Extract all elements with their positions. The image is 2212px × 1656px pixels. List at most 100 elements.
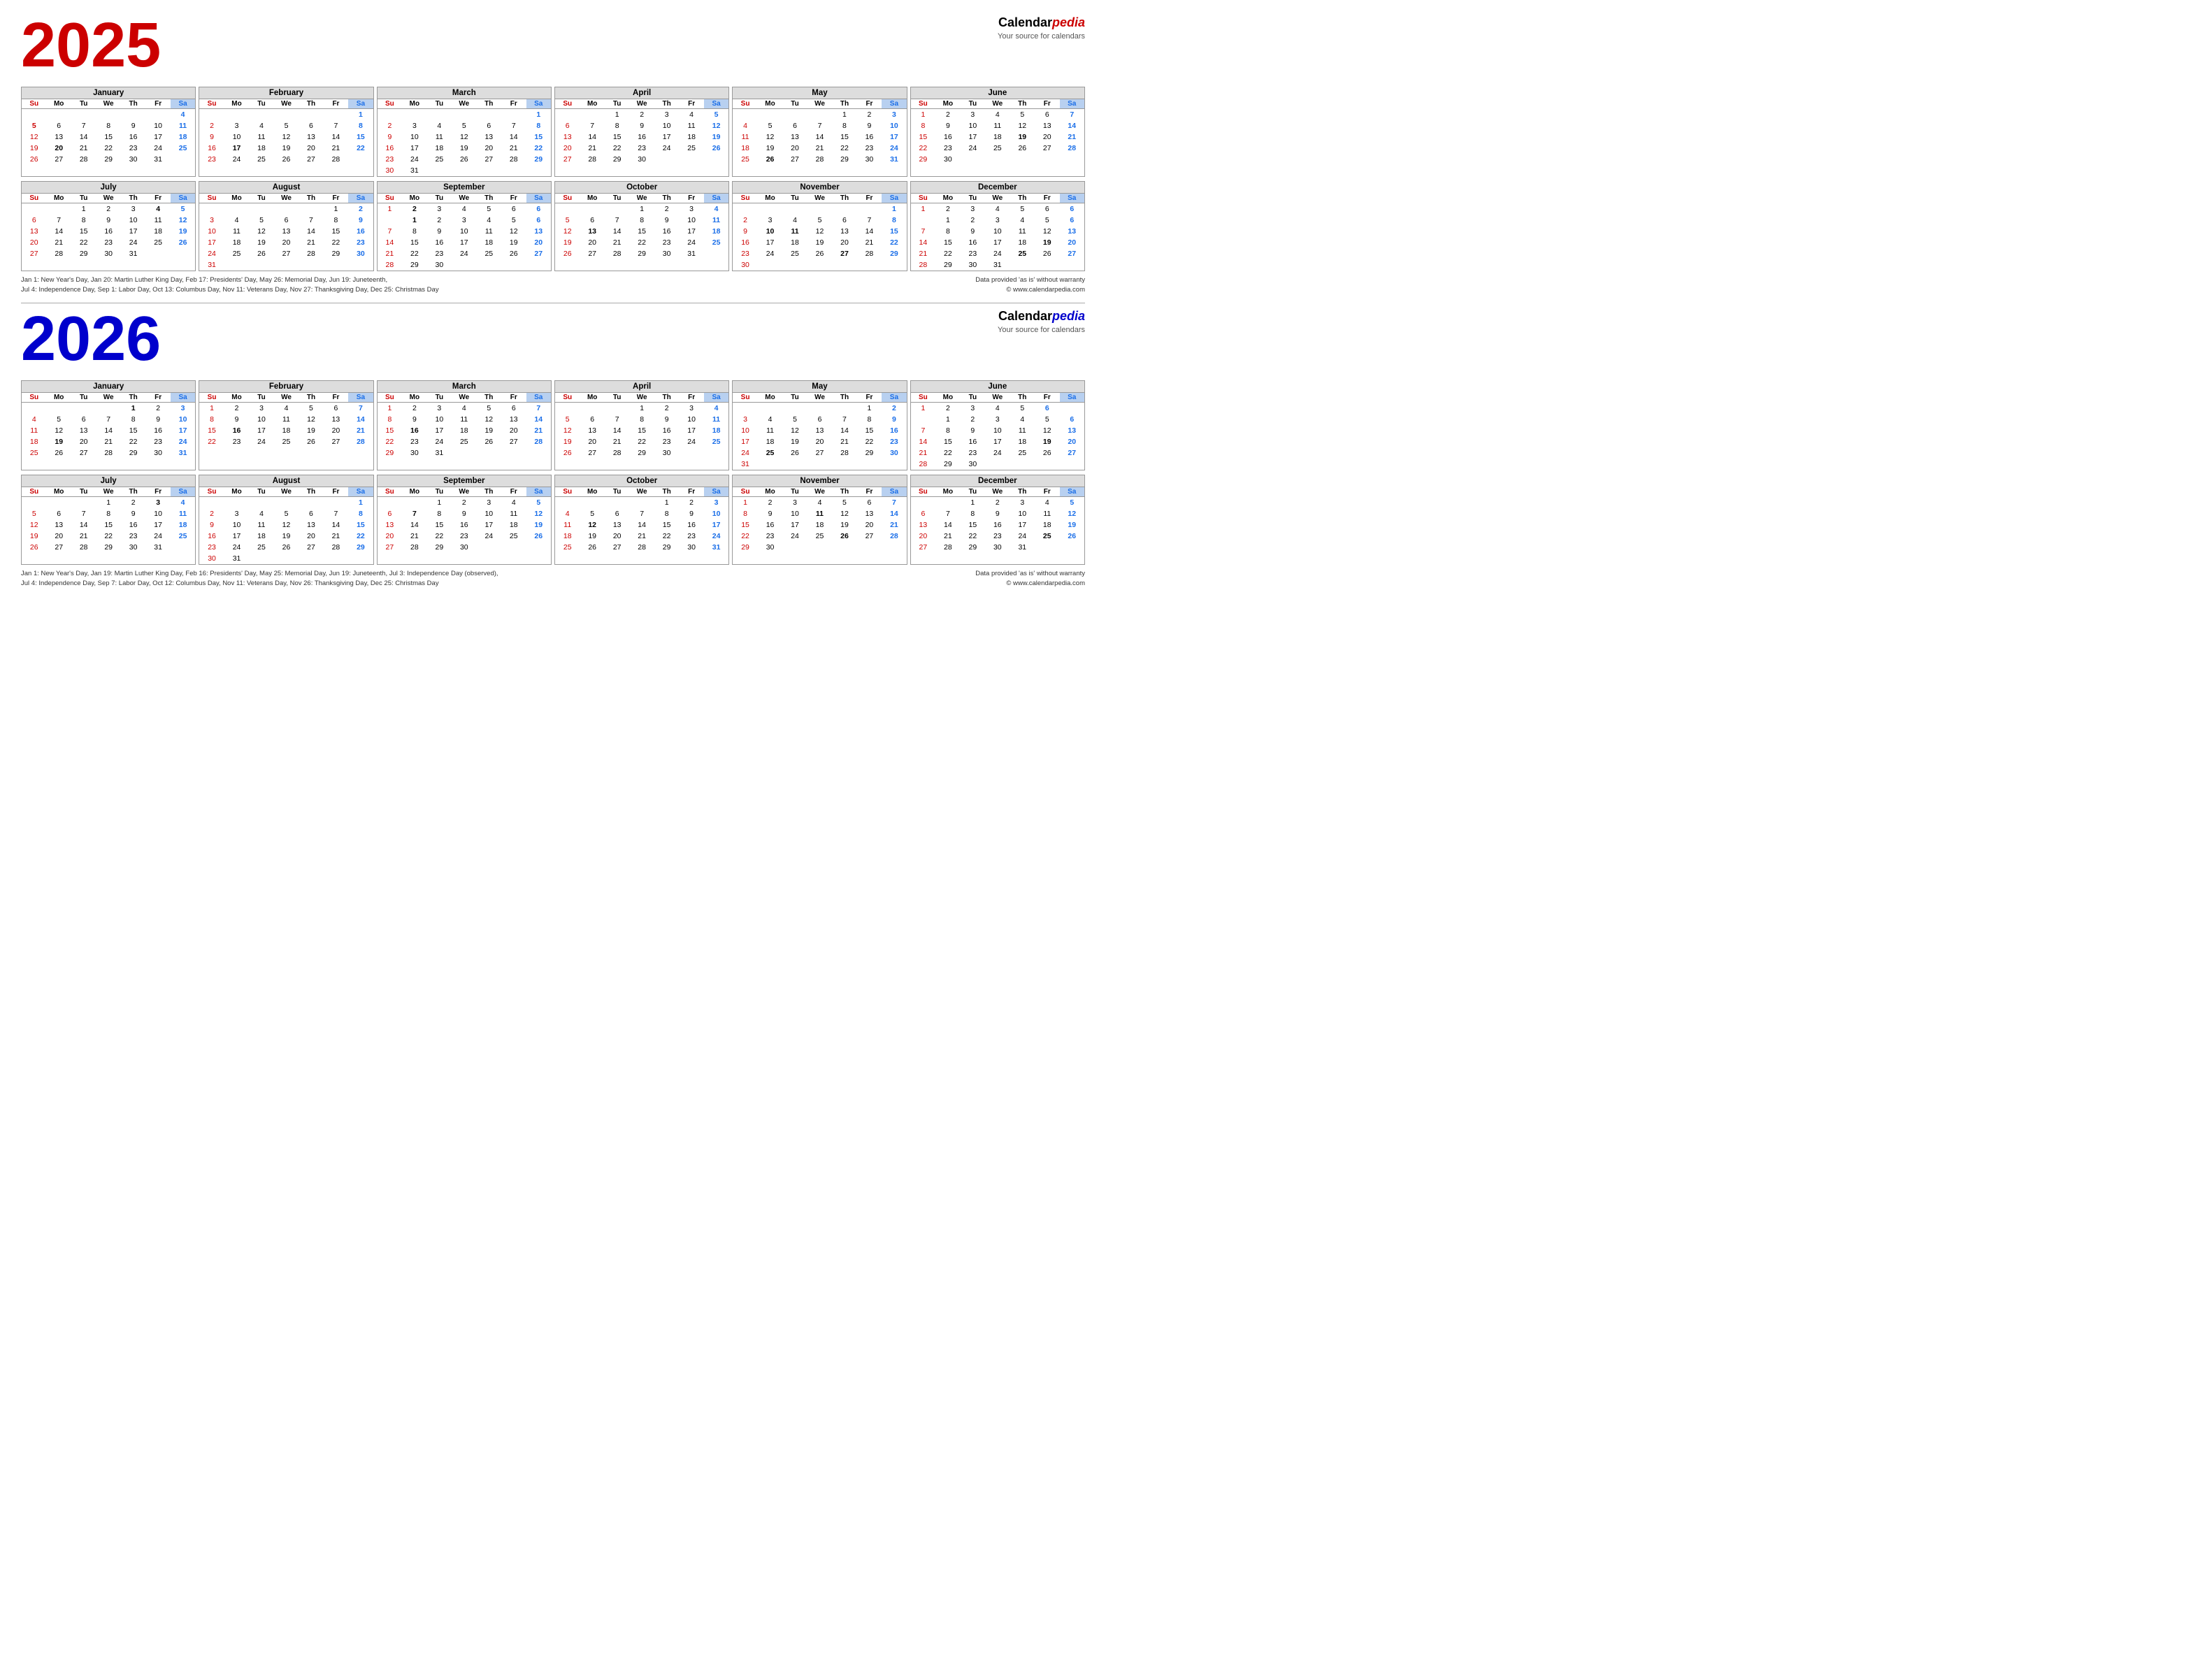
month-jan-2026: January Su Mo Tu We Th Fr Sa 1 2 3 4 5 [21,380,196,470]
brand-name-top: Calendarpedia [998,14,1085,31]
jan-2026-body: 1 2 3 4 5 6 7 8 9 10 11 12 13 14 15 16 1… [22,403,195,459]
2025-holidays: Jan 1: New Year's Day, Jan 20: Martin Lu… [21,275,1085,296]
apr-2026-dow: Su Mo Tu We Th Fr Sa [555,393,728,403]
feb-2026-header: February [199,381,373,393]
brand-url: © www.calendarpedia.com [975,285,1085,295]
sep-2025-header: September [378,182,551,194]
month-nov-2026: November Su Mo Tu We Th Fr Sa 1 2 3 4 5 … [732,475,907,565]
month-mar-2025: March Su Mo Tu We Th Fr Sa 1 2 3 4 [377,87,552,177]
apr-2025-dow: Su Mo Tu We Th Fr Sa [555,99,728,109]
sep-2025-body: 1 2 3 4 5 6 6 1 2 3 4 5 6 7 8 9 10 11 [378,203,551,271]
month-sep-2026: September Su Mo Tu We Th Fr Sa 1 2 3 4 5… [377,475,552,565]
month-jun-2026: June Su Mo Tu We Th Fr Sa 1 2 3 4 5 6 1 [910,380,1085,470]
month-aug-2026: August Su Mo Tu We Th Fr Sa 1 2 3 4 [199,475,373,565]
month-apr-2026: April Su Mo Tu We Th Fr Sa 1 2 3 4 5 6 [554,380,729,470]
feb-2026-body: 1 2 3 4 5 6 7 8 9 10 11 12 13 14 15 16 1… [199,403,373,447]
jul-2026-dow: Su Mo Tu We Th Fr Sa [22,487,195,497]
mar-2026-header: March [378,381,551,393]
dow-th: Th [121,99,145,108]
month-apr-2025: April Su Mo Tu We Th Fr Sa 1 2 3 4 5 6 7 [554,87,729,177]
dec-2026-header: December [911,475,1084,487]
brand-sub-top: Your source for calendars [998,31,1085,42]
2025-holiday-line1: Jan 1: New Year's Day, Jan 20: Martin Lu… [21,275,439,285]
2026-holidays-left: Jan 1: New Year's Day, Jan 19: Martin Lu… [21,569,498,589]
month-dec-2026: December Su Mo Tu We Th Fr Sa 1 2 3 4 5 … [910,475,1085,565]
brand-bottom: Calendarpedia Your source for calendars [998,308,1085,336]
month-feb-2026: February Su Mo Tu We Th Fr Sa 1 2 3 4 5 … [199,380,373,470]
month-oct-2025: October Su Mo Tu We Th Fr Sa 1 2 3 4 5 6 [554,181,729,271]
apr-2025-header: April [555,87,728,99]
sep-2026-header: September [378,475,551,487]
dec-2025-dow: Su Mo Tu We Th Fr Sa [911,194,1084,203]
feb-2025-dow: Su Mo Tu We Th Fr Sa [199,99,373,109]
aug-2025-dow: Su Mo Tu We Th Fr Sa [199,194,373,203]
jul-2026-header: July [22,475,195,487]
may-2025-dow: Su Mo Tu We Th Fr Sa [733,99,906,109]
month-nov-2025: November Su Mo Tu We Th Fr Sa 1 2 3 [732,181,907,271]
dec-2026-body: 1 2 3 4 5 6 7 8 9 10 11 12 13 14 15 16 1… [911,497,1084,553]
jan-2026-dow: Su Mo Tu We Th Fr Sa [22,393,195,403]
year-2026-section: 2026 Calendarpedia Your source for calen… [21,308,1085,589]
2026-top-row: January Su Mo Tu We Th Fr Sa 1 2 3 4 5 [21,380,1085,470]
2025-bottom-row: July Su Mo Tu We Th Fr Sa 1 2 3 4 5 6 7 [21,181,1085,271]
aug-2025-header: August [199,182,373,194]
nov-2025-dow: Su Mo Tu We Th Fr Sa [733,194,906,203]
dec-2025-body: 1 2 3 4 5 6 6 1 2 3 4 5 6 7 8 9 10 11 [911,203,1084,271]
jun-2025-body: 1 2 3 4 5 6 7 8 9 10 11 12 13 14 15 16 1… [911,109,1084,165]
2025-holidays-right: Data provided 'as is' without warranty ©… [975,275,1085,296]
year-2026-title: 2026 [21,308,161,370]
dow-fr: Fr [145,99,170,108]
month-jul-2026: July Su Mo Tu We Th Fr Sa 1 2 3 4 5 6 7 [21,475,196,565]
jun-2025-header: June [911,87,1084,99]
sep-2026-body: 1 2 3 4 5 6 7 8 9 10 11 12 13 14 15 16 1… [378,497,551,553]
feb-2026-dow: Su Mo Tu We Th Fr Sa [199,393,373,403]
dow-mo: Mo [46,99,71,108]
jan-2026-header: January [22,381,195,393]
nov-2025-body: 1 2 3 4 5 6 7 8 9 10 11 12 13 14 15 16 1… [733,203,906,271]
2026-holidays: Jan 1: New Year's Day, Jan 19: Martin Lu… [21,569,1085,589]
month-may-2025: May Su Mo Tu We Th Fr Sa 1 2 3 4 5 6 [732,87,907,177]
jan-2025-header: January [22,87,195,99]
may-2026-header: May [733,381,906,393]
month-jan-2025: January Su Mo Tu We Th Fr Sa 4 5 6 7 [21,87,196,177]
data-note-2: Data provided 'as is' without warranty [975,569,1085,579]
jan-2025-dow: Su Mo Tu We Th Fr Sa [22,99,195,109]
jun-2026-header: June [911,381,1084,393]
2025-holiday-line2: Jul 4: Independence Day, Sep 1: Labor Da… [21,285,439,295]
jul-2026-body: 1 2 3 4 5 6 7 8 9 10 11 12 13 14 15 16 1… [22,497,195,553]
mar-2025-body: 1 2 3 4 5 6 7 8 9 10 11 12 13 14 15 16 1… [378,109,551,176]
2026-bottom-row: July Su Mo Tu We Th Fr Sa 1 2 3 4 5 6 7 [21,475,1085,565]
mar-2025-header: March [378,87,551,99]
aug-2026-dow: Su Mo Tu We Th Fr Sa [199,487,373,497]
sep-2025-dow: Su Mo Tu We Th Fr Sa [378,194,551,203]
mar-2026-body: 1 2 3 4 5 6 7 8 9 10 11 12 13 14 15 16 1… [378,403,551,459]
nov-2026-dow: Su Mo Tu We Th Fr Sa [733,487,906,497]
brand-url-2: © www.calendarpedia.com [975,579,1085,589]
apr-2025-body: 1 2 3 4 5 6 7 8 9 10 11 12 13 14 15 16 1… [555,109,728,165]
dow-tu: Tu [71,99,96,108]
2025-top-row: January Su Mo Tu We Th Fr Sa 4 5 6 7 [21,87,1085,177]
brand-top: Calendarpedia Your source for calendars [998,14,1085,43]
month-aug-2025: August Su Mo Tu We Th Fr Sa 1 2 3 4 5 [199,181,373,271]
oct-2025-dow: Su Mo Tu We Th Fr Sa [555,194,728,203]
nov-2026-body: 1 2 3 4 5 6 7 8 9 10 11 12 13 14 15 16 1… [733,497,906,553]
sep-2026-dow: Su Mo Tu We Th Fr Sa [378,487,551,497]
jul-2025-dow: Su Mo Tu We Th Fr Sa [22,194,195,203]
oct-2026-dow: Su Mo Tu We Th Fr Sa [555,487,728,497]
oct-2025-body: 1 2 3 4 5 6 7 8 9 10 11 12 13 14 15 16 1… [555,203,728,259]
year-2025-title: 2025 [21,14,161,77]
jun-2025-dow: Su Mo Tu We Th Fr Sa [911,99,1084,109]
may-2025-header: May [733,87,906,99]
jul-2025-header: July [22,182,195,194]
nov-2025-header: November [733,182,906,194]
dow-we: We [96,99,120,108]
apr-2026-header: April [555,381,728,393]
month-oct-2026: October Su Mo Tu We Th Fr Sa 1 2 3 4 5 [554,475,729,565]
dec-2026-dow: Su Mo Tu We Th Fr Sa [911,487,1084,497]
dow-sa: Sa [171,99,195,108]
2025-holidays-left: Jan 1: New Year's Day, Jan 20: Martin Lu… [21,275,439,296]
brand-name-bottom: Calendarpedia [998,308,1085,325]
year-2025-section: 2025 Calendarpedia Your source for calen… [21,14,1085,296]
2026-holiday-line2: Jul 4: Independence Day, Sep 7: Labor Da… [21,579,498,589]
may-2025-body: 1 2 3 4 5 6 7 8 9 10 11 12 13 14 15 16 1… [733,109,906,165]
